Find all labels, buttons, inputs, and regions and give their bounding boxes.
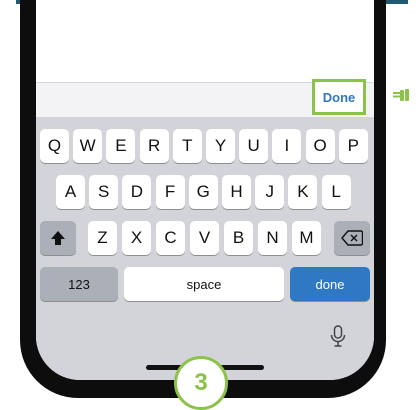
key-q[interactable]: Q bbox=[40, 129, 69, 163]
key-t[interactable]: T bbox=[172, 129, 202, 163]
key-s[interactable]: S bbox=[89, 175, 119, 209]
microphone-icon[interactable] bbox=[330, 325, 346, 347]
key-g[interactable]: G bbox=[188, 175, 218, 209]
key-d[interactable]: D bbox=[122, 175, 152, 209]
keyboard-done-key[interactable]: done bbox=[290, 267, 370, 301]
key-v[interactable]: V bbox=[190, 221, 219, 255]
keyboard-row-2: ASDFGHJKL bbox=[36, 175, 374, 209]
key-r[interactable]: R bbox=[139, 129, 169, 163]
keyboard-row-4: 123 space done bbox=[36, 267, 374, 301]
keyboard-row-3: ZXCVBNM bbox=[36, 221, 374, 255]
backspace-icon bbox=[341, 230, 363, 246]
key-i[interactable]: I bbox=[272, 129, 302, 163]
step-number-badge: 3 bbox=[174, 356, 228, 410]
key-c[interactable]: C bbox=[156, 221, 185, 255]
key-f[interactable]: F bbox=[155, 175, 185, 209]
key-x[interactable]: X bbox=[122, 221, 151, 255]
key-e[interactable]: E bbox=[106, 129, 136, 163]
key-z[interactable]: Z bbox=[88, 221, 117, 255]
done-button[interactable]: Done bbox=[312, 79, 366, 115]
key-j[interactable]: J bbox=[255, 175, 285, 209]
key-p[interactable]: P bbox=[338, 129, 368, 163]
key-n[interactable]: N bbox=[258, 221, 287, 255]
pointing-hand-icon bbox=[393, 89, 409, 101]
numbers-key[interactable]: 123 bbox=[40, 267, 118, 301]
shift-up-arrow-icon bbox=[51, 231, 65, 245]
phone-screen: Done QWERTYUIOP ASDFGHJKL ZXCVBNM 123 sp… bbox=[36, 0, 374, 380]
key-b[interactable]: B bbox=[224, 221, 253, 255]
key-o[interactable]: O bbox=[305, 129, 335, 163]
key-l[interactable]: L bbox=[321, 175, 351, 209]
key-h[interactable]: H bbox=[222, 175, 251, 209]
keyboard-accessory-bar: Done bbox=[36, 79, 374, 117]
shift-key[interactable] bbox=[40, 221, 76, 255]
key-a[interactable]: A bbox=[56, 175, 85, 209]
space-key[interactable]: space bbox=[124, 267, 284, 301]
delete-key[interactable] bbox=[334, 221, 370, 255]
key-k[interactable]: K bbox=[288, 175, 318, 209]
key-u[interactable]: U bbox=[239, 129, 269, 163]
key-w[interactable]: W bbox=[73, 129, 103, 163]
key-y[interactable]: Y bbox=[206, 129, 235, 163]
keyboard: QWERTYUIOP ASDFGHJKL ZXCVBNM 123 space d… bbox=[36, 117, 374, 380]
keyboard-row-1: QWERTYUIOP bbox=[36, 129, 374, 163]
key-m[interactable]: M bbox=[292, 221, 321, 255]
